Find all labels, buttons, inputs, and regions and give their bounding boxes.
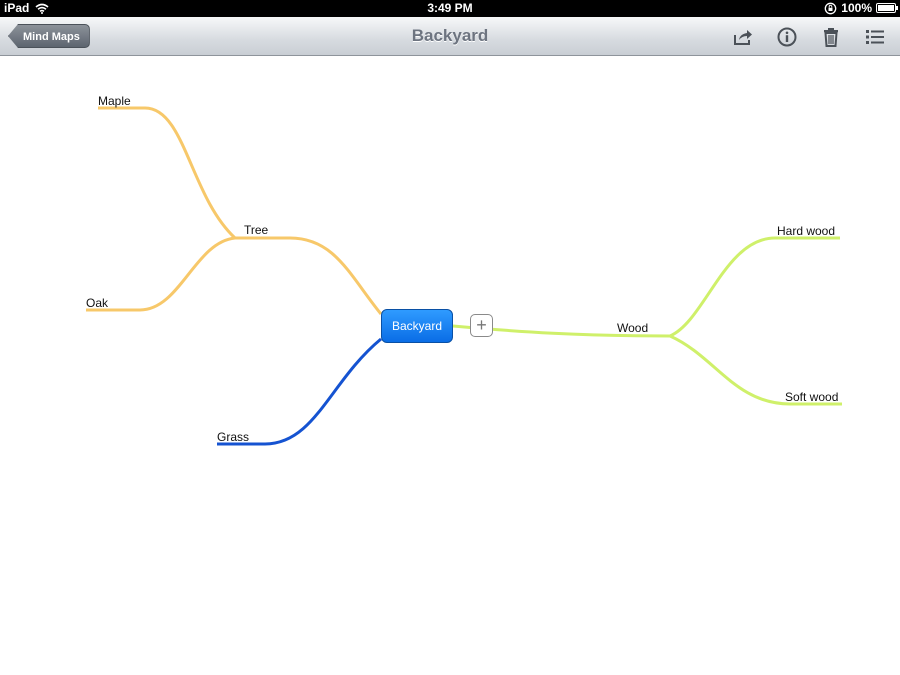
connector-root-grass [217, 337, 382, 446]
status-bar: iPad 3:49 PM 100% [0, 0, 900, 17]
mind-map-connectors [86, 106, 842, 446]
mind-map-canvas[interactable]: Backyard + Tree Maple Oak Grass Wood Har… [0, 56, 900, 675]
node-tree[interactable]: Tree [244, 223, 268, 237]
status-time: 3:49 PM [427, 1, 473, 15]
connector-tree-maple [98, 106, 237, 240]
connector-root-tree [235, 236, 383, 315]
add-node-button[interactable]: + [470, 314, 493, 337]
node-oak[interactable]: Oak [86, 296, 108, 310]
toolbar-icons [732, 26, 886, 48]
node-maple[interactable]: Maple [98, 94, 131, 108]
rotation-lock-icon [824, 2, 837, 14]
status-right: 100% [824, 1, 898, 15]
connector-wood-hardwood [669, 236, 840, 338]
share-icon[interactable] [732, 26, 754, 48]
connector-tree-oak [86, 236, 236, 312]
node-soft-wood[interactable]: Soft wood [785, 390, 838, 404]
battery-icon [876, 3, 898, 13]
navigation-bar: Mind Maps Backyard [0, 17, 900, 56]
node-hard-wood[interactable]: Hard wood [777, 224, 835, 238]
info-icon[interactable] [776, 26, 798, 48]
trash-icon[interactable] [820, 26, 842, 48]
list-icon[interactable] [864, 26, 886, 48]
node-wood[interactable]: Wood [617, 321, 648, 335]
battery-percent: 100% [841, 1, 872, 15]
root-node[interactable]: Backyard [381, 309, 453, 343]
node-grass[interactable]: Grass [217, 430, 249, 444]
